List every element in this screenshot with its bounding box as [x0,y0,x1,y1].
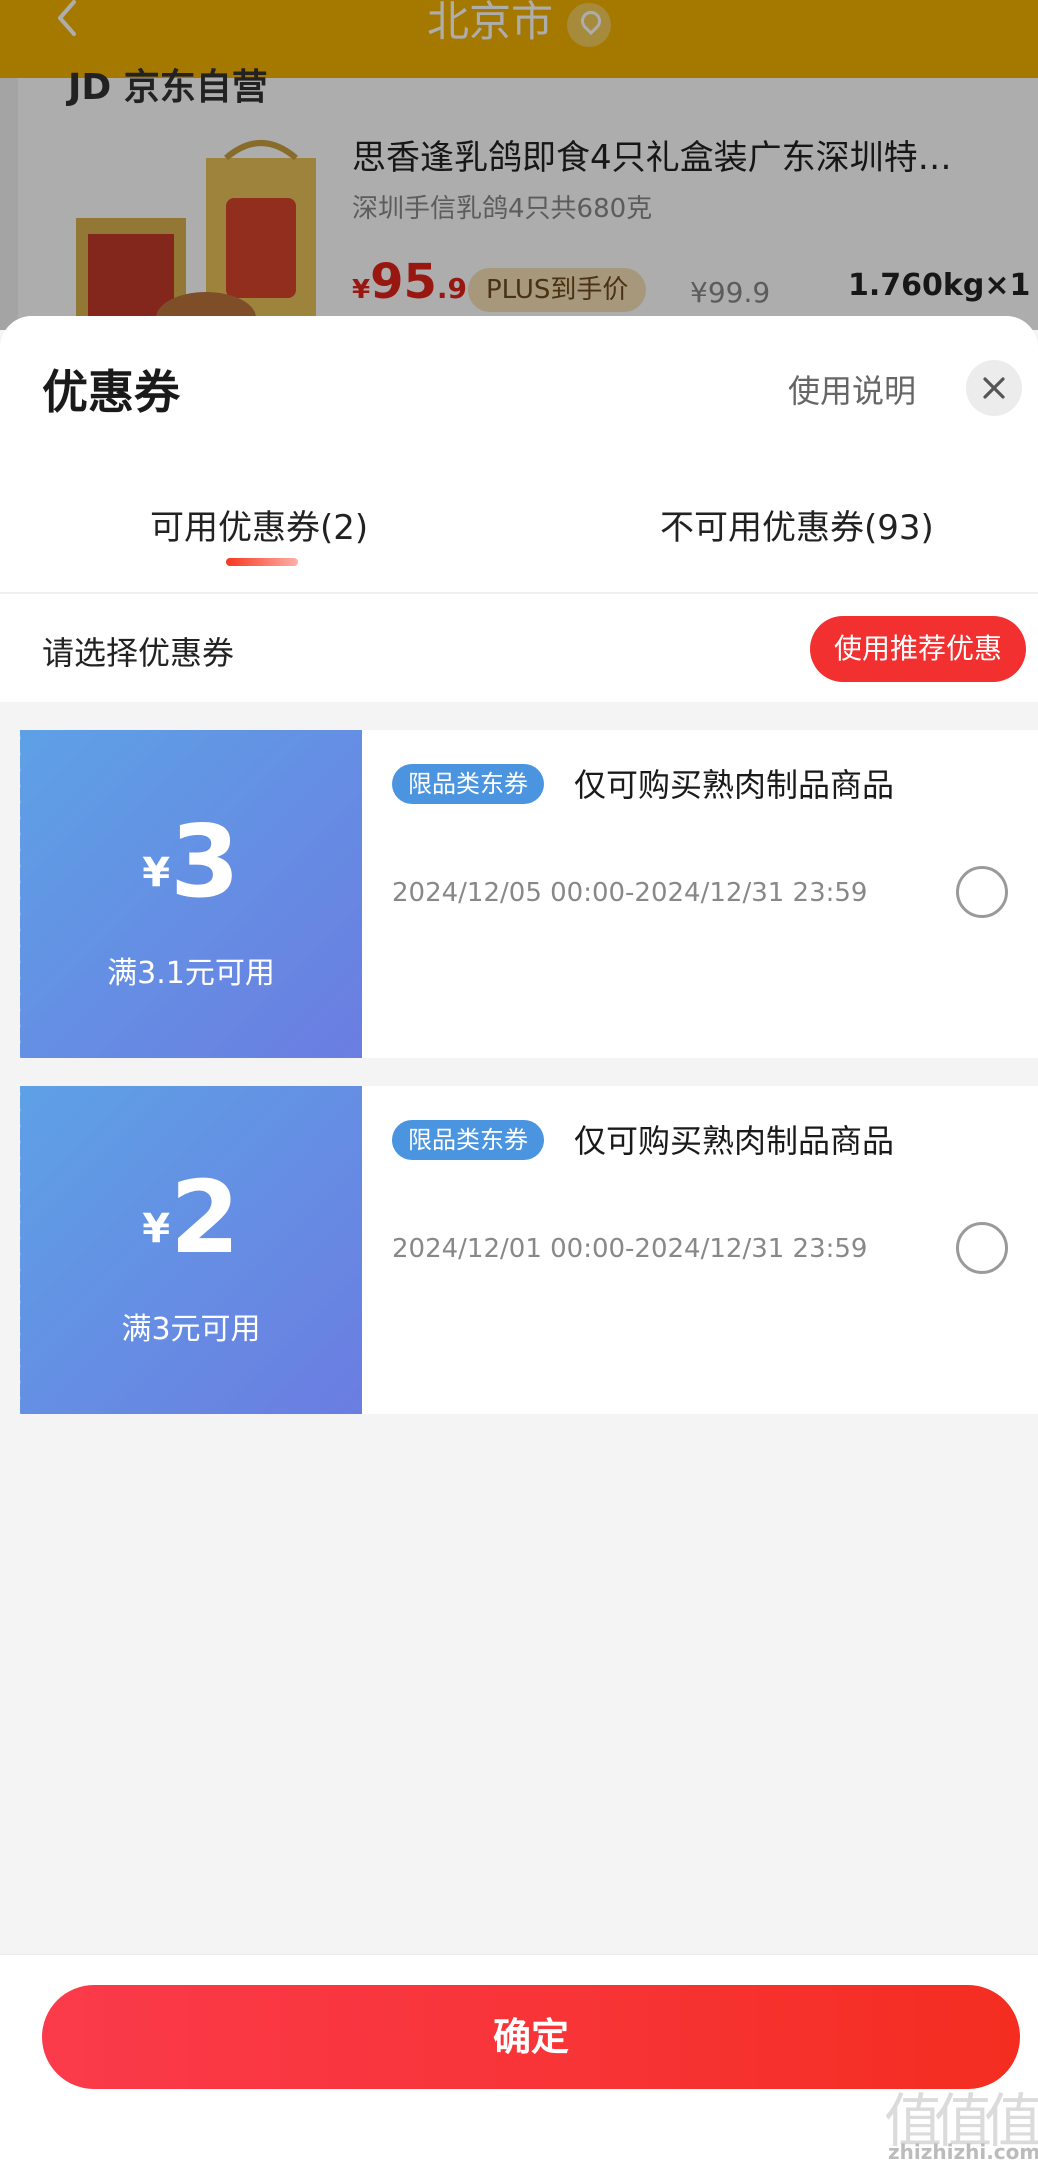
coupon-description: 仅可购买熟肉制品商品 [574,766,895,804]
coupon-validity-period: 2024/12/01 00:00-2024/12/31 23:59 [392,1234,868,1264]
tab-available-coupons[interactable]: 可用优惠券(2) [150,500,368,549]
sheet-footer: 确定 [0,1954,1038,2164]
modal-overlay[interactable] [0,0,1038,330]
select-coupon-label: 请选择优惠券 [42,634,235,672]
active-tab-indicator [226,558,298,566]
coupon-select-row: 请选择优惠券 使用推荐优惠 [0,592,1038,702]
coupon-currency: ¥ [142,850,171,896]
close-button[interactable] [966,360,1022,416]
coupon-amount: ¥3 [20,812,362,912]
sheet-header: 优惠券 使用说明 可用优惠券(2) 不可用优惠券(93) [0,316,1038,592]
coupon-type-tag: 限品类东券 [392,764,544,804]
coupon-condition: 满3元可用 [121,1312,261,1347]
coupon-amount-panel: ¥2 满3元可用 [14,1086,362,1414]
watermark: 值值值 zhizhizhi.com [884,2074,1038,2164]
coupon-amount: ¥2 [20,1168,362,1268]
coupon-currency: ¥ [142,1206,171,1252]
coupon-type-tag: 限品类东券 [392,1120,544,1160]
confirm-button[interactable]: 确定 [42,1985,1020,2089]
coupon-card[interactable]: ¥3 满3.1元可用 限品类东券 仅可购买熟肉制品商品 2024/12/05 0… [14,730,1038,1058]
usage-instructions-link[interactable]: 使用说明 [788,366,916,412]
coupon-amount-panel: ¥3 满3.1元可用 [14,730,362,1058]
coupon-value: 3 [170,803,240,920]
coupon-description: 仅可购买熟肉制品商品 [574,1122,895,1160]
tab-unavailable-coupons[interactable]: 不可用优惠券(93) [660,500,934,549]
sheet-title: 优惠券 [42,365,180,419]
coupon-sheet: 优惠券 使用说明 可用优惠券(2) 不可用优惠券(93) 请选择优惠券 使用推荐… [0,316,1038,2164]
close-icon [983,377,1005,399]
coupon-card[interactable]: ¥2 满3元可用 限品类东券 仅可购买熟肉制品商品 2024/12/01 00:… [14,1086,1038,1414]
coupon-select-radio[interactable] [956,1222,1008,1274]
coupon-value: 2 [170,1159,240,1276]
coupon-condition: 满3.1元可用 [107,956,275,991]
use-recommended-button[interactable]: 使用推荐优惠 [810,616,1027,682]
coupon-validity-period: 2024/12/05 00:00-2024/12/31 23:59 [392,878,868,908]
coupon-select-radio[interactable] [956,866,1008,918]
watermark-text: zhizhizhi.com [888,2140,1038,2164]
